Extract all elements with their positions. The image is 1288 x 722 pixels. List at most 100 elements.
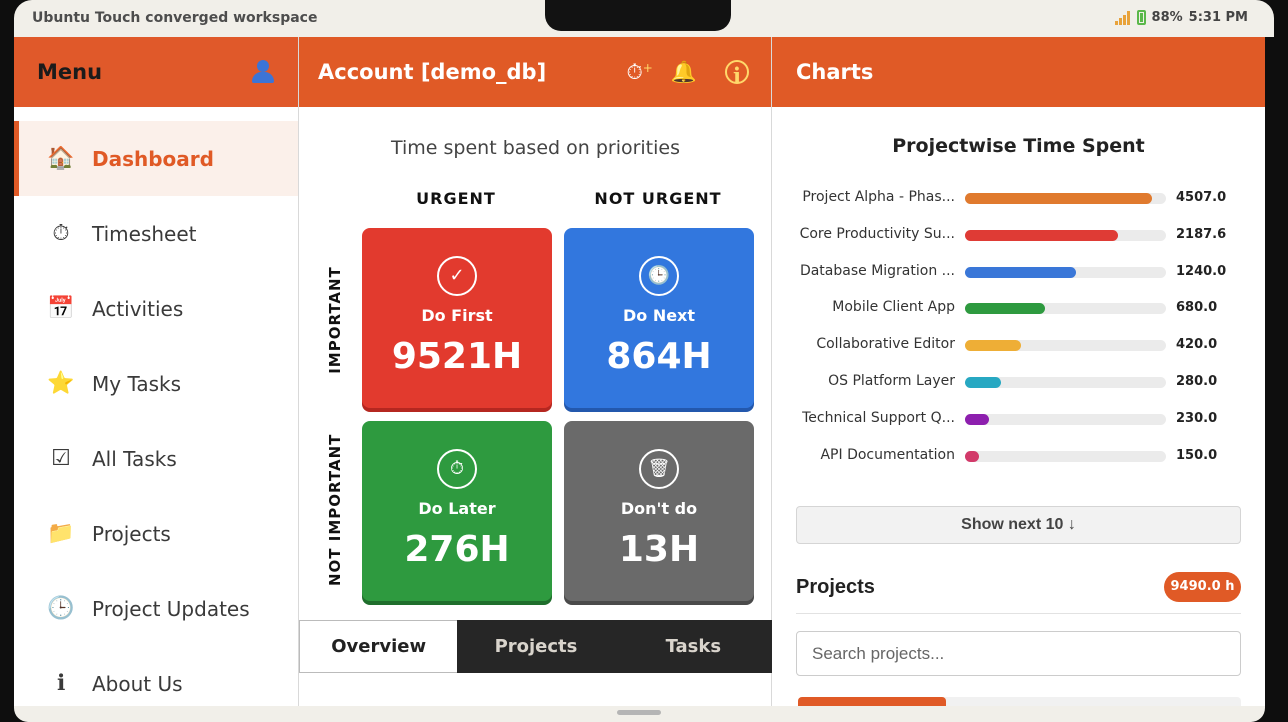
clock: 5:31 PM	[1188, 10, 1248, 25]
menu-item-my-tasks[interactable]: ⭐ My Tasks	[14, 346, 298, 421]
signal-icon	[1114, 10, 1131, 25]
bar	[965, 340, 1022, 352]
stopwatch-icon: ⏱	[437, 449, 477, 489]
bar-category-label: Mobile Client App	[832, 299, 955, 316]
account-header: Account [demo_db] ⏱ + 🔔 i	[299, 37, 771, 107]
bar	[965, 450, 980, 462]
do-first-tile[interactable]: ✓ Do First 9521H	[362, 228, 552, 408]
bar	[965, 193, 1152, 204]
menu-item-project-updates[interactable]: 🕒 Project Updates	[14, 571, 298, 646]
bar-track	[965, 303, 1166, 315]
bar-row: Core Productivity Su... 2187.6	[772, 225, 1265, 245]
bar-row: OS Platform Layer 280.0	[772, 372, 1265, 392]
do-later-value: 276H	[404, 529, 510, 570]
bar-value-label: 150.0	[1176, 447, 1218, 463]
bar	[965, 266, 1076, 278]
menu-panel: Menu 🏠 Dashboard ⏱ Timesheet 📅 Activities ⭐ My …	[14, 37, 299, 706]
menu-item-projects[interactable]: 📁 Projects	[14, 496, 298, 571]
menu-item-all-tasks[interactable]: ☑ All Tasks	[14, 421, 298, 496]
bar-category-label: API Documentation	[820, 446, 955, 463]
menu-list: 🏠 Dashboard ⏱ Timesheet 📅 Activities ⭐ My Tasks…	[14, 121, 298, 706]
menu-icon: 🏠	[47, 146, 75, 171]
bar-row: Project Alpha - Phas... 4507.0	[772, 188, 1265, 208]
tab-projects[interactable]: Projects	[457, 620, 614, 673]
bar-category-label: Core Productivity Su...	[799, 225, 955, 242]
bar-track	[965, 450, 1166, 462]
bar-track	[965, 229, 1166, 241]
divider	[796, 613, 1241, 614]
menu-title: Menu	[37, 60, 103, 84]
bar-value-label: 1240.0	[1176, 263, 1227, 279]
home-indicator-bar	[14, 706, 1265, 722]
do-next-label: Do Next	[622, 306, 696, 325]
menu-item-activities[interactable]: 📅 Activities	[14, 271, 298, 346]
account-title: Account [demo_db]	[318, 60, 547, 84]
not-important-label: NOT IMPORTANT	[326, 433, 344, 586]
home-indicator[interactable]	[617, 710, 661, 715]
add-timer-icon[interactable]: ⏱ +	[626, 58, 652, 86]
tab-tasks[interactable]: Tasks	[615, 620, 772, 673]
menu-item-about-us[interactable]: ℹ About Us	[14, 646, 298, 706]
bar-value-label: 680.0	[1176, 300, 1218, 316]
bar-value-label: 280.0	[1176, 374, 1218, 389]
user-icon[interactable]	[250, 59, 276, 85]
dont-do-tile[interactable]: 🗑 Don't do 13H	[564, 421, 754, 601]
projects-heading: Projects	[796, 576, 875, 598]
bar-track	[965, 266, 1166, 278]
not-urgent-heading: NOT URGENT	[594, 189, 722, 208]
bar-row: Technical Support Q... 230.0	[772, 409, 1265, 429]
bar-row: API Documentation 150.0	[772, 446, 1265, 466]
bar-row: Collaborative Editor 420.0	[772, 335, 1265, 355]
do-later-tile[interactable]: ⏱ Do Later 276H	[362, 421, 552, 601]
account-header-actions: ⏱ + 🔔 i	[626, 58, 749, 88]
charts-panel: Charts Projectwise Time Spent Project Al…	[772, 37, 1265, 706]
menu-icon: ⭐	[47, 371, 75, 396]
quadrant-title: Time spent based on priorities	[391, 137, 680, 159]
check-icon: ✓	[437, 256, 477, 296]
bar-category-label: Technical Support Q...	[802, 409, 955, 426]
menu-icon: ☑	[51, 446, 71, 471]
battery-icon	[1136, 10, 1146, 25]
info-icon[interactable]: i	[725, 60, 749, 88]
menu-icon: ℹ	[56, 671, 66, 696]
bar	[965, 377, 1002, 388]
do-next-tile[interactable]: 🕒 Do Next 864H	[564, 228, 754, 408]
menu-icon: 📅	[47, 296, 75, 321]
chart-title: Projectwise Time Spent	[892, 135, 1145, 157]
menu-item-timesheet[interactable]: ⏱ Timesheet	[14, 196, 298, 271]
charts-title: Charts	[796, 60, 874, 84]
menu-item-dashboard[interactable]: 🏠 Dashboard	[14, 121, 298, 196]
account-panel: Account [demo_db] ⏱ + 🔔 i Time spent base…	[299, 37, 772, 706]
bar	[965, 303, 1046, 315]
bar-track	[965, 193, 1166, 204]
bar-row: Mobile Client App 680.0	[772, 298, 1265, 318]
bar-category-label: Database Migration ...	[799, 262, 955, 279]
account-tabs: Overview Projects Tasks	[299, 620, 772, 673]
menu-item-label: My Tasks	[92, 371, 182, 396]
camera-notch	[545, 0, 731, 31]
menu-item-label: All Tasks	[92, 446, 177, 471]
window-title: Ubuntu Touch converged workspace	[32, 10, 318, 26]
menu-header: Menu	[14, 37, 298, 107]
bell-icon[interactable]: 🔔	[671, 58, 697, 86]
bar-category-label: OS Platform Layer	[828, 373, 955, 389]
do-next-value: 864H	[606, 336, 712, 377]
bar-value-label: 420.0	[1176, 337, 1218, 353]
dont-do-label: Don't do	[620, 499, 698, 518]
do-first-value: 9521H	[391, 336, 523, 377]
menu-item-label: Projects	[92, 521, 171, 546]
dont-do-value: 13H	[618, 529, 700, 570]
menu-item-label: Activities	[92, 296, 184, 321]
show-next-button[interactable]: Show next 10 ↓	[796, 506, 1241, 544]
menu-item-label: About Us	[92, 671, 183, 696]
menu-item-label: Dashboard	[92, 146, 214, 171]
battery-percent: 88%	[1151, 10, 1183, 25]
urgent-heading: URGENT	[416, 189, 496, 208]
project-progress-fill	[798, 697, 946, 706]
menu-item-label: Timesheet	[92, 221, 197, 246]
menu-icon: 📁	[47, 521, 75, 546]
tab-overview[interactable]: Overview	[299, 620, 458, 673]
search-projects-input[interactable]	[796, 631, 1241, 676]
do-first-label: Do First	[421, 306, 493, 325]
status-area: 88% 5:31 PM	[1114, 10, 1248, 25]
